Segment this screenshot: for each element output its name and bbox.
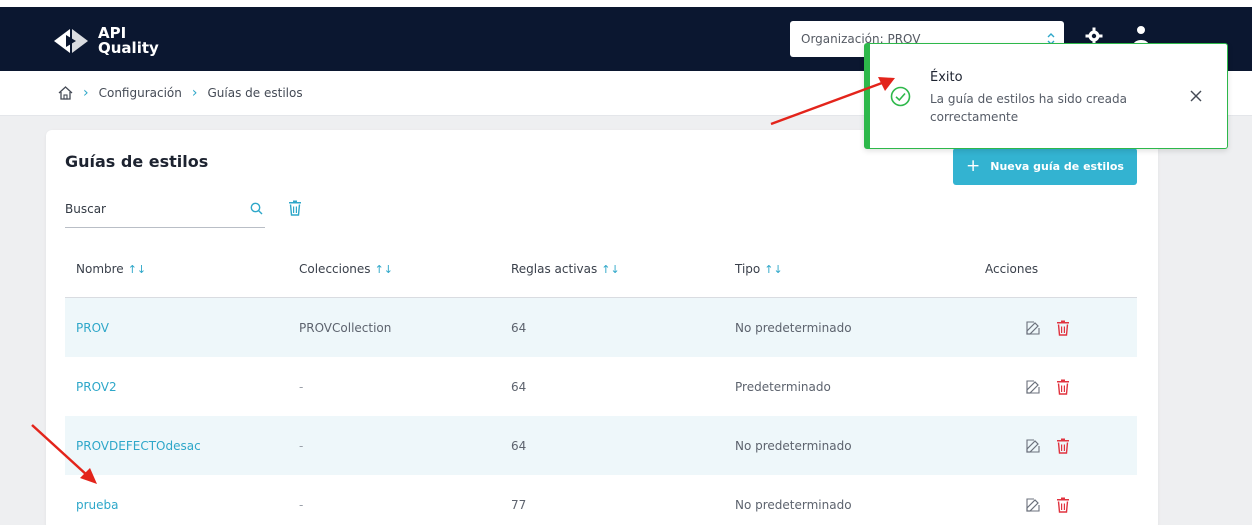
app-logo[interactable]: API Quality — [52, 25, 159, 57]
new-style-guide-button[interactable]: + Nueva guía de estilos — [953, 148, 1137, 185]
table-row: PROV PROVCollection 64 No predeterminado — [65, 298, 1137, 357]
edit-icon[interactable] — [1025, 320, 1041, 336]
column-header-label: Nombre — [76, 261, 124, 276]
table-header: Nombre ↑↓ Colecciones ↑↓ Reglas activas ↑↓ … — [65, 240, 1137, 298]
chevron-right-icon: › — [83, 85, 89, 101]
style-guide-name-link[interactable]: PROVDEFECTOdesac — [76, 439, 201, 453]
close-icon[interactable] — [1190, 90, 1202, 102]
collections-cell: - — [299, 497, 304, 512]
plus-icon: + — [966, 156, 981, 176]
chevron-right-icon: › — [191, 85, 198, 101]
type-cell: Predeterminado — [735, 379, 831, 394]
column-header-label: Colecciones — [299, 261, 371, 276]
table-row: PROVDEFECTOdesac - 64 No predeterminado — [65, 416, 1137, 475]
delete-icon[interactable] — [1055, 379, 1071, 395]
table-row: prueba - 77 No predeterminado — [65, 475, 1137, 525]
success-toast: Éxito La guía de estilos ha sido creada … — [864, 43, 1228, 149]
actions-cell — [959, 379, 1137, 395]
search-field — [65, 192, 265, 228]
delete-icon[interactable] — [1055, 438, 1071, 454]
collections-cell: - — [299, 379, 304, 394]
type-cell: No predeterminado — [735, 320, 852, 335]
breadcrumb-item-configuracion[interactable]: Configuración — [99, 86, 182, 100]
check-circle-icon — [890, 86, 911, 107]
app-root: API Quality Organización: PROV › Configu… — [0, 0, 1252, 525]
style-guide-name-link[interactable]: PROV2 — [76, 380, 117, 394]
column-header-label: Tipo — [735, 261, 761, 276]
sort-icon: ↑↓ — [601, 262, 620, 276]
delete-icon[interactable] — [1055, 320, 1071, 336]
edit-icon[interactable] — [1025, 379, 1041, 395]
new-style-guide-button-label: Nueva guía de estilos — [990, 160, 1124, 173]
actions-cell — [959, 497, 1137, 513]
style-guides-card: Guías de estilos + Nueva guía de estilos… — [46, 130, 1158, 525]
column-header-label: Reglas activas — [511, 261, 598, 276]
edit-icon[interactable] — [1025, 438, 1041, 454]
sort-icon: ↑↓ — [374, 262, 393, 276]
sort-icon: ↑↓ — [127, 262, 147, 276]
column-header-tipo[interactable]: Tipo ↑↓ — [735, 262, 959, 276]
sort-icon: ↑↓ — [764, 262, 783, 276]
logo-text: API Quality — [98, 26, 159, 56]
rules-cell: 64 — [511, 438, 527, 453]
style-guide-name-link[interactable]: PROV — [76, 321, 109, 335]
rules-cell: 64 — [511, 320, 527, 335]
toast-title: Éxito — [930, 70, 963, 85]
type-cell: No predeterminado — [735, 438, 852, 453]
column-header-label: Acciones — [985, 261, 1039, 276]
delete-icon[interactable] — [1055, 497, 1071, 513]
search-icon[interactable] — [250, 202, 263, 215]
rules-cell: 64 — [511, 379, 527, 394]
column-header-acciones: Acciones — [959, 262, 1137, 276]
logo-mark-icon — [54, 29, 88, 53]
collections-cell: PROVCollection — [299, 320, 392, 335]
home-icon[interactable] — [58, 86, 73, 100]
actions-cell — [959, 438, 1137, 454]
column-header-colecciones[interactable]: Colecciones ↑↓ — [299, 262, 511, 276]
clear-filter-trash-icon[interactable] — [288, 200, 302, 216]
table-row: PROV2 - 64 Predeterminado — [65, 357, 1137, 416]
collections-cell: - — [299, 438, 304, 453]
style-guides-table: Nombre ↑↓ Colecciones ↑↓ Reglas activas ↑↓ … — [65, 240, 1137, 525]
page-title: Guías de estilos — [65, 152, 209, 171]
style-guide-name-link[interactable]: prueba — [76, 498, 119, 512]
breadcrumb-item-guias: Guías de estilos — [207, 86, 303, 100]
actions-cell — [959, 320, 1137, 336]
rules-cell: 77 — [511, 497, 527, 512]
column-header-reglas[interactable]: Reglas activas ↑↓ — [511, 262, 735, 276]
type-cell: No predeterminado — [735, 497, 852, 512]
edit-icon[interactable] — [1025, 497, 1041, 513]
search-input[interactable] — [65, 198, 235, 220]
column-header-nombre[interactable]: Nombre ↑↓ — [65, 262, 299, 276]
logo-line-2: Quality — [98, 39, 159, 57]
toast-message: La guía de estilos ha sido creada correc… — [930, 92, 1127, 124]
